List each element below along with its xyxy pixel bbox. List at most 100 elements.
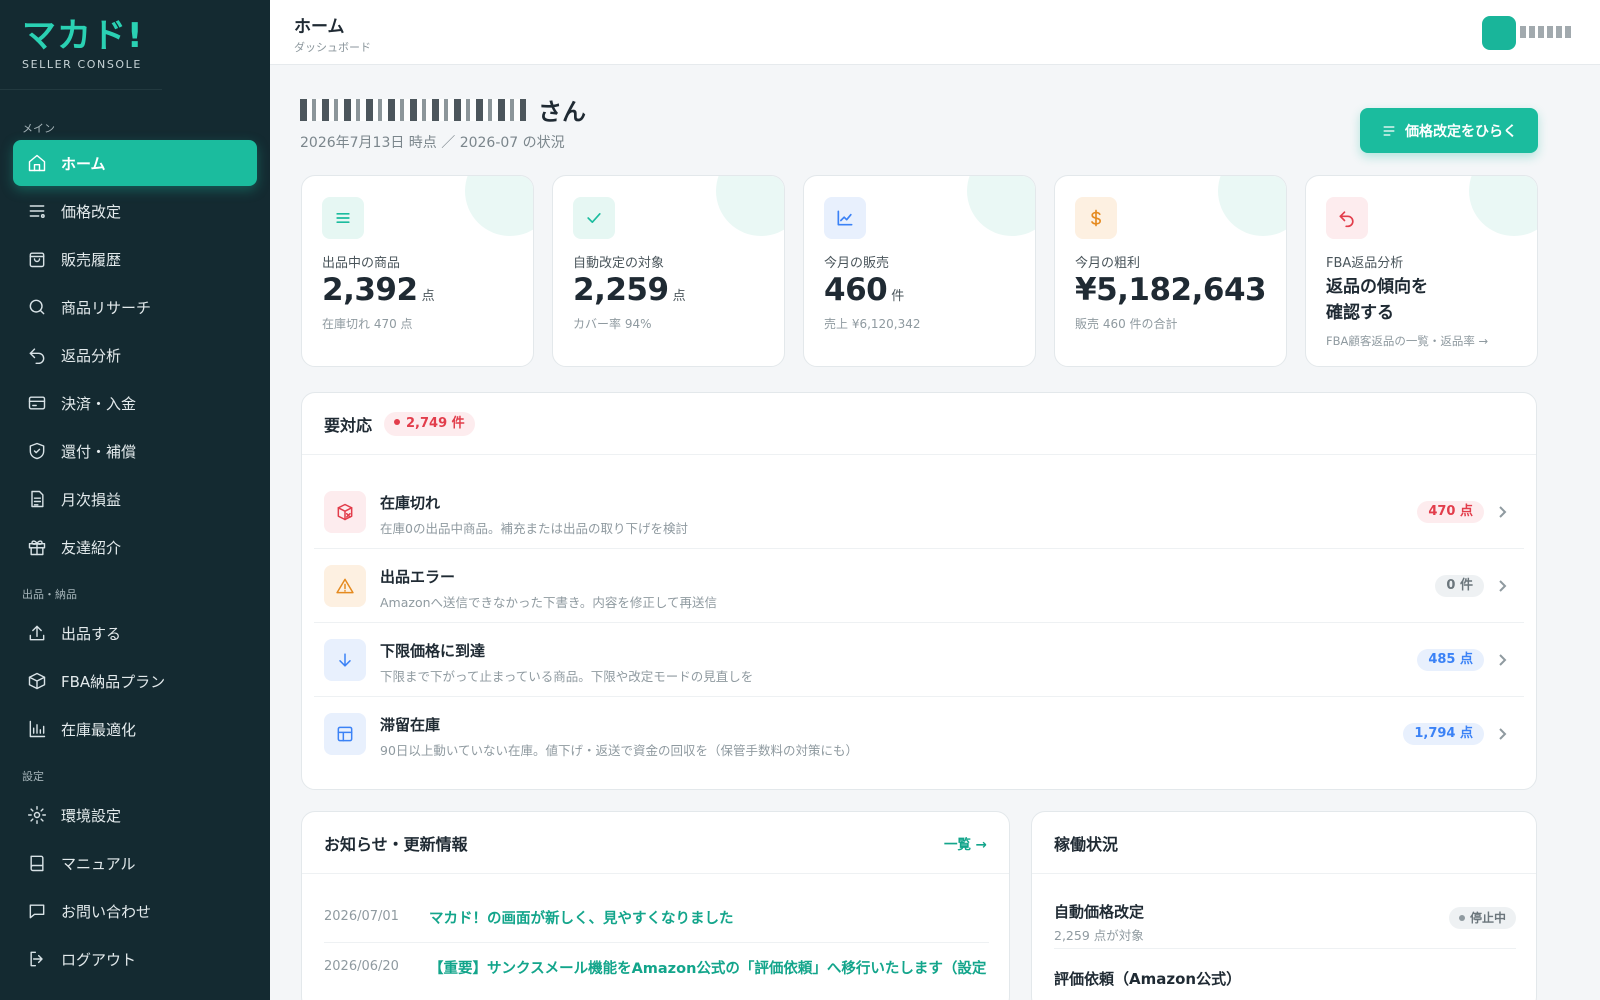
card-decoration (967, 176, 1035, 236)
action-title: 下限価格に到達 (380, 642, 486, 660)
sidebar-item-label: 決済・入金 (61, 394, 137, 413)
nav-section-main: メイン (22, 122, 55, 135)
list-icon (1383, 125, 1395, 136)
layout-icon (324, 713, 366, 755)
action-required-panel: 要対応 2,749 件 在庫切れ 在庫0の出品中商品。補充または出品の取り下げを… (301, 392, 1537, 790)
sidebar: マカド! SELLER CONSOLE メイン ホーム 価格改定 販売履歴 商品… (0, 0, 270, 1000)
greeting-suffix: さん (538, 98, 586, 126)
sidebar-item-label: 販売履歴 (61, 250, 122, 269)
action-row-listing-error[interactable]: 出品エラー Amazonへ送信できなかった下書き。内容を修正して再送信 0 件 (314, 550, 1524, 623)
action-row-out-of-stock[interactable]: 在庫切れ 在庫0の出品中商品。補充または出品の取り下げを検討 470 点 (314, 476, 1524, 549)
stat-card-listings[interactable]: 出品中の商品 2,392 点 在庫切れ 470 点 (301, 175, 534, 367)
news-view-all-link[interactable]: 一覧 → (944, 833, 987, 853)
open-pricing-button[interactable]: 価格改定をひらく (1360, 108, 1538, 153)
sidebar-item-home[interactable]: ホーム (13, 140, 257, 186)
search-icon (27, 297, 47, 317)
brand[interactable]: マカド! SELLER CONSOLE (0, 0, 162, 90)
status-badge: 停止中 (1448, 907, 1516, 929)
sidebar-item-label: 環境設定 (61, 806, 122, 825)
stat-value: 2,392 点 (322, 272, 435, 308)
news-date: 2026/07/01 (324, 909, 399, 924)
sidebar-item-logout[interactable]: ログアウト (13, 936, 257, 982)
news-title[interactable]: マカド！の画面が新しく、見やすくなりました (429, 907, 989, 928)
arrow-down-icon (324, 639, 366, 681)
bag-icon (27, 249, 47, 269)
stat-sub: 在庫切れ 470 点 (322, 317, 413, 331)
list-icon (322, 197, 364, 239)
status-row-review-request[interactable]: 評価依頼（Amazon公式） (1054, 954, 1516, 1000)
action-desc: 在庫0の出品中商品。補充または出品の取り下げを検討 (380, 521, 688, 536)
chevron-right-icon (1494, 504, 1510, 520)
sidebar-item-label: ログアウト (61, 950, 137, 969)
stat-label: 出品中の商品 (322, 256, 401, 271)
action-row-min-price[interactable]: 下限価格に到達 下限まで下がって止まっている商品。下限や改定モードの見直しを 4… (314, 624, 1524, 697)
sidebar-item-label: 価格改定 (61, 202, 122, 221)
news-item[interactable]: 2026/06/20 【重要】サンクスメール機能をAmazon公式の「評価依頼」… (324, 943, 989, 993)
chevron-right-icon (1494, 726, 1510, 742)
news-date: 2026/06/20 (324, 959, 399, 974)
stat-value: 460 件 (824, 272, 904, 308)
status-row-auto-pricing[interactable]: 自動価格改定 2,259 点が対象 停止中 (1054, 887, 1516, 949)
news-item[interactable]: 2026/07/01 マカド！の画面が新しく、見やすくなりました (324, 893, 989, 943)
page-title: ホーム (294, 17, 345, 37)
box-alert-icon (324, 491, 366, 533)
sidebar-item-monthly-pl[interactable]: 月次損益 (13, 476, 257, 522)
sidebar-item-reimbursements[interactable]: 還付・補償 (13, 428, 257, 474)
stat-label: 今月の粗利 (1075, 256, 1141, 271)
nav-section-listing: 出品・納品 (22, 588, 77, 601)
sidebar-item-fba-plan[interactable]: FBA納品プラン (13, 658, 257, 704)
action-title: 滞留在庫 (380, 716, 441, 734)
panel-title: お知らせ・更新情報 (324, 834, 468, 854)
stat-value: ¥5,182,643 (1075, 272, 1267, 308)
sidebar-item-manual[interactable]: マニュアル (13, 840, 257, 886)
sidebar-item-contact[interactable]: お問い合わせ (13, 888, 257, 934)
panel-header: お知らせ・更新情報 一覧 → (302, 812, 1009, 874)
action-count: 0 件 (1435, 575, 1484, 597)
action-count: 1,794 点 (1403, 723, 1484, 745)
sidebar-item-inventory-optimization[interactable]: 在庫最適化 (13, 706, 257, 752)
action-desc: 90日以上動いていない在庫。値下げ・返送で資金の回収を（保管手数料の対策にも） (380, 743, 859, 758)
sidebar-item-payments[interactable]: 決済・入金 (13, 380, 257, 426)
sidebar-item-label: 出品する (61, 624, 122, 643)
gear-icon (27, 805, 47, 825)
card-decoration (1469, 176, 1537, 236)
avatar[interactable] (1482, 16, 1516, 50)
dollar-icon (1075, 197, 1117, 239)
bar-chart-icon (27, 719, 47, 739)
sidebar-item-list-product[interactable]: 出品する (13, 610, 257, 656)
status-sub: 2,259 点が対象 (1054, 928, 1144, 943)
sidebar-item-pricing[interactable]: 価格改定 (13, 188, 257, 234)
sidebar-item-returns[interactable]: 返品分析 (13, 332, 257, 378)
action-row-stagnant-stock[interactable]: 滞留在庫 90日以上動いていない在庫。値下げ・返送で資金の回収を（保管手数料の対… (314, 698, 1524, 771)
user-name-redacted (300, 98, 526, 121)
chat-icon (27, 901, 47, 921)
stat-label: 自動改定の対象 (573, 256, 665, 271)
home-icon (27, 153, 47, 173)
list-icon (27, 201, 47, 221)
user-name-redacted[interactable] (1520, 26, 1572, 38)
card-decoration (716, 176, 784, 236)
greeting: さん (300, 92, 586, 127)
stat-card-fba-returns[interactable]: FBA返品分析 返品の傾向を 確認する FBA顧客返品の一覧・返品率 → (1305, 175, 1538, 367)
sidebar-item-research[interactable]: 商品リサーチ (13, 284, 257, 330)
logout-icon (27, 949, 47, 969)
stat-value: 2,259 点 (573, 272, 686, 308)
sidebar-item-settings[interactable]: 環境設定 (13, 792, 257, 838)
action-desc: 下限まで下がって止まっている商品。下限や改定モードの見直しを (380, 669, 754, 684)
sidebar-item-label: 還付・補償 (61, 442, 137, 461)
stat-sub: 販売 460 件の合計 (1075, 317, 1178, 331)
stat-sub: カバー率 94% (573, 317, 652, 331)
stat-card-monthly-sales[interactable]: 今月の販売 460 件 売上 ¥6,120,342 (803, 175, 1036, 367)
stat-sub: FBA顧客返品の一覧・返品率 → (1326, 334, 1489, 348)
news-title[interactable]: 【重要】サンクスメール機能をAmazon公式の「評価依頼」へ移行いたします（設定 (429, 957, 989, 978)
action-count: 470 点 (1417, 501, 1484, 523)
sidebar-item-sales-history[interactable]: 販売履歴 (13, 236, 257, 282)
sidebar-item-referral[interactable]: 友達紹介 (13, 524, 257, 570)
action-desc: Amazonへ送信できなかった下書き。内容を修正して再送信 (380, 595, 718, 610)
book-icon (27, 853, 47, 873)
sidebar-item-label: マニュアル (61, 854, 136, 873)
stat-card-auto-pricing[interactable]: 自動改定の対象 2,259 点 カバー率 94% (552, 175, 785, 367)
stat-card-gross-profit[interactable]: 今月の粗利 ¥5,182,643 販売 460 件の合計 (1054, 175, 1287, 367)
chevron-right-icon (1494, 578, 1510, 594)
check-icon (573, 197, 615, 239)
